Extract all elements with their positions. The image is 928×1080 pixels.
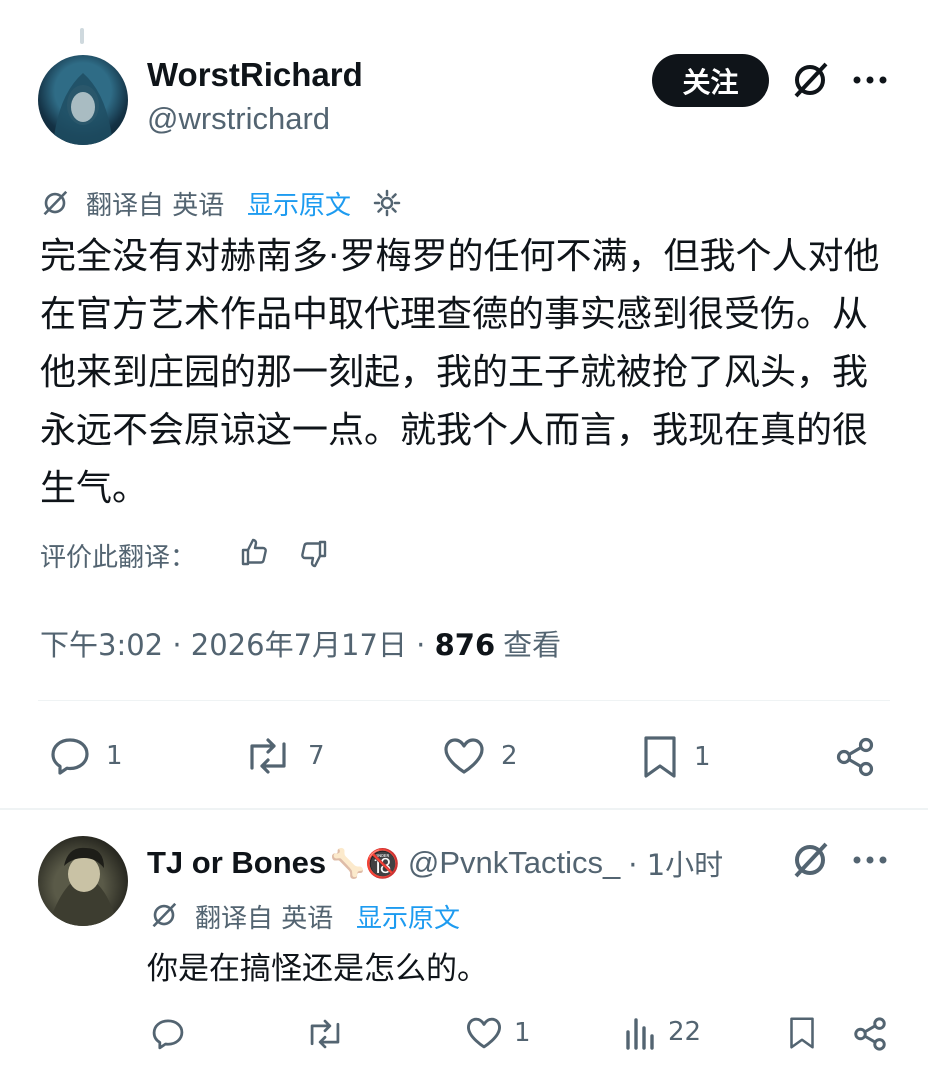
reply-more-options-icon[interactable] (850, 846, 890, 874)
scroll-indicator (80, 28, 84, 44)
repost-button[interactable]: 7 (242, 734, 325, 778)
views-label: 查看 (503, 628, 562, 662)
reply-views-button[interactable]: 22 (624, 1014, 701, 1050)
grok-icon[interactable] (788, 58, 832, 102)
reply-text: 你是在搞怪还是怎么的。 (147, 951, 488, 987)
reply-bookmark-icon[interactable] (784, 1012, 820, 1054)
rate-translation-label: 评价此翻译： (40, 543, 197, 573)
meta-separator: · (406, 628, 435, 662)
views-count: 876 (434, 628, 496, 662)
reply-like-count: 1 (514, 1018, 531, 1048)
reply-reply-icon[interactable] (148, 1014, 188, 1054)
reply-translate-grok-icon (147, 898, 181, 932)
show-original-link[interactable]: 显示原文 (247, 185, 351, 222)
user-handle[interactable]: @wrstrichard (147, 101, 330, 137)
reply-share-icon[interactable] (850, 1014, 890, 1054)
reply-views-count: 22 (668, 1017, 702, 1047)
reply-avatar[interactable] (38, 836, 128, 926)
like-count: 2 (501, 741, 518, 771)
post-meta: 下午3:02 · 2026年7月17日 · 876 查看 (40, 622, 561, 664)
bookmark-icon (644, 736, 676, 778)
post-time[interactable]: 下午3:02 (40, 628, 163, 662)
reply-header: TJ or Bones 🦴🔞 @PvnkTactics_ · 1小时 (147, 842, 723, 884)
heart-icon (444, 738, 484, 774)
emoji-badges: 🦴🔞 (330, 846, 400, 880)
reply-button[interactable]: 1 (48, 734, 123, 778)
reply-heart-icon (466, 1017, 502, 1049)
translate-grok-icon (38, 186, 72, 220)
bookmark-count: 1 (694, 742, 711, 772)
share-icon[interactable] (832, 734, 878, 780)
repost-count: 7 (308, 741, 325, 771)
reply-display-name[interactable]: TJ or Bones (147, 845, 326, 881)
like-button[interactable]: 2 (441, 734, 518, 778)
avatar[interactable] (38, 55, 128, 145)
settings-gear-icon[interactable] (370, 186, 404, 220)
reply-show-original-link[interactable]: 显示原文 (356, 898, 460, 935)
section-separator (0, 808, 928, 810)
bookmark-button[interactable]: 1 (640, 734, 711, 780)
post-text: 完全没有对赫南多·罗梅罗的任何不满，但我个人对他在官方艺术作品中取代理查德的事实… (40, 236, 880, 509)
reply-repost-icon[interactable] (302, 1014, 348, 1054)
display-name[interactable]: WorstRichard (147, 56, 363, 94)
reply-icon (51, 738, 89, 775)
thumbs-down-icon[interactable] (296, 536, 332, 572)
reply-like-button[interactable]: 1 (464, 1014, 531, 1052)
meta-separator: · (163, 628, 191, 662)
analytics-icon (626, 1018, 654, 1050)
reply-count: 1 (106, 741, 123, 771)
follow-button[interactable]: 关注 (652, 54, 769, 107)
more-options-icon[interactable] (850, 64, 890, 96)
reply-handle[interactable]: @PvnkTactics_ (408, 845, 620, 881)
reply-grok-icon[interactable] (788, 838, 832, 882)
reply-time[interactable]: · 1小时 (628, 842, 723, 884)
divider (38, 700, 890, 701)
post-date[interactable]: 2026年7月17日 (191, 628, 407, 662)
thumbs-up-icon[interactable] (236, 534, 272, 570)
translated-from-label: 翻译自 英语 (86, 191, 225, 221)
reply-translated-from-label: 翻译自 英语 (195, 904, 334, 934)
repost-icon (250, 738, 286, 774)
